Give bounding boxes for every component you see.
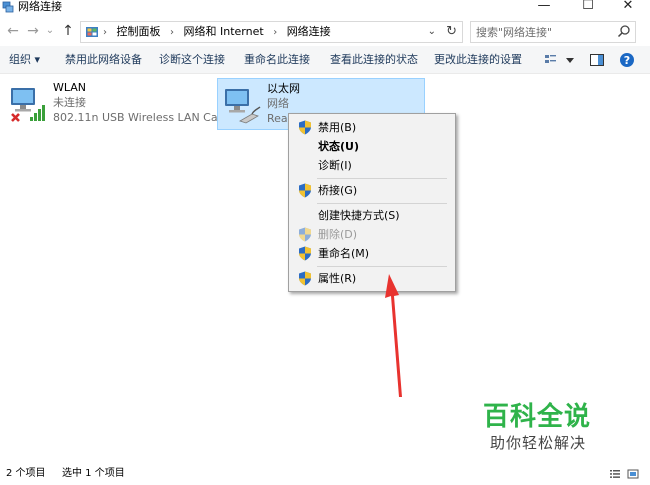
recent-locations-button[interactable]: ⌄	[41, 22, 59, 40]
change-settings-command[interactable]: 更改此连接的设置	[434, 46, 522, 74]
menu-item-diagnose[interactable]: 诊断(I)	[291, 156, 453, 175]
connection-status: 网络	[267, 97, 289, 110]
title-bar: 网络连接 — ☐ ✕	[0, 0, 650, 16]
breadcrumb-network-internet[interactable]: 网络和 Internet	[184, 25, 264, 38]
menu-item-disable[interactable]: 禁用(B)	[291, 118, 453, 137]
connection-name: 以太网	[267, 82, 300, 95]
help-icon[interactable]: ?	[619, 52, 635, 68]
menu-item-label: 属性(R)	[318, 272, 357, 285]
breadcrumb-separator: ›	[273, 27, 278, 38]
item-count: 2 个项目	[6, 468, 46, 479]
organize-menu[interactable]: 组织 ▾	[9, 46, 40, 74]
address-row: ← → ⌄ ↑ › 控制面板 › 网络和 Internet › 网络连接 ⌄ ↻	[0, 17, 650, 46]
ethernet-adapter-icon	[225, 89, 261, 124]
menu-item-label: 删除(D)	[318, 228, 358, 241]
window-title: 网络连接	[18, 0, 62, 13]
search-box[interactable]	[470, 21, 636, 43]
network-connections-icon	[2, 1, 14, 13]
forward-button[interactable]: →	[24, 22, 42, 40]
search-icon[interactable]	[617, 24, 631, 38]
status-bar: 2 个项目 选中 1 个项目	[0, 464, 650, 485]
menu-item-status[interactable]: 状态(U)	[291, 137, 453, 156]
menu-item-label: 重命名(M)	[318, 247, 370, 260]
menu-separator	[317, 266, 447, 267]
selected-count: 选中 1 个项目	[62, 468, 125, 479]
wlan-adapter-icon	[11, 88, 45, 122]
view-status-command[interactable]: 查看此连接的状态	[330, 46, 418, 74]
command-bar: 组织 ▾ 禁用此网络设备 诊断这个连接 重命名此连接 查看此连接的状态 更改此连…	[0, 46, 650, 74]
annotation-arrow-icon	[385, 274, 402, 397]
address-bar[interactable]: › 控制面板 › 网络和 Internet › 网络连接 ⌄ ↻	[80, 21, 463, 43]
breadcrumb-separator: ›	[170, 27, 174, 38]
close-button[interactable]: ✕	[608, 0, 648, 14]
refresh-button[interactable]: ↻	[446, 22, 457, 42]
minimize-button[interactable]: —	[524, 0, 564, 14]
menu-item-label: 诊断(I)	[318, 159, 352, 172]
svg-text:?: ?	[624, 54, 630, 67]
connection-item-wlan[interactable]: WLAN 未连接 802.11n USB Wireless LAN Card	[4, 78, 229, 130]
menu-item-label: 状态(U)	[318, 140, 359, 153]
menu-item-label: 桥接(G)	[318, 184, 358, 197]
connection-device: 802.11n USB Wireless LAN Card	[53, 111, 229, 124]
uac-shield-icon	[299, 120, 311, 135]
menu-separator	[317, 178, 447, 179]
diagnose-connection-command[interactable]: 诊断这个连接	[159, 46, 225, 74]
control-panel-icon	[86, 27, 98, 37]
menu-item-label: 创建快捷方式(S)	[318, 209, 400, 222]
uac-shield-icon	[299, 271, 311, 286]
uac-shield-icon	[299, 246, 311, 261]
breadcrumb: › 控制面板 › 网络和 Internet › 网络连接	[103, 22, 337, 42]
large-icons-view-icon[interactable]	[627, 468, 639, 480]
watermark-title: 百科全说	[483, 402, 592, 432]
menu-item-delete: 删除(D)	[291, 225, 453, 244]
search-input[interactable]	[476, 23, 611, 41]
back-button[interactable]: ←	[4, 22, 22, 40]
connection-status: 未连接	[53, 96, 86, 109]
breadcrumb-separator: ›	[103, 27, 107, 38]
disable-device-command[interactable]: 禁用此网络设备	[65, 46, 142, 74]
preview-pane-icon[interactable]	[589, 52, 605, 68]
breadcrumb-network-connections[interactable]: 网络连接	[287, 25, 331, 38]
details-view-icon[interactable]	[609, 468, 621, 480]
menu-item-rename[interactable]: 重命名(M)	[291, 244, 453, 263]
watermark-subtitle: 助你轻松解决	[490, 434, 587, 452]
menu-item-create-shortcut[interactable]: 创建快捷方式(S)	[291, 206, 453, 225]
network-connections-window: 网络连接 — ☐ ✕ ← → ⌄ ↑ › 控制面板 › 网络和 Internet…	[0, 0, 650, 485]
address-dropdown-button[interactable]: ⌄	[428, 22, 436, 42]
connection-name: WLAN	[53, 81, 87, 94]
menu-separator	[317, 203, 447, 204]
context-menu: 禁用(B) 状态(U) 诊断(I) 桥接(G) 创建快捷方式(S) 删除(D) …	[288, 113, 456, 292]
maximize-button[interactable]: ☐	[568, 0, 608, 14]
menu-item-label: 禁用(B)	[318, 121, 357, 134]
uac-shield-icon	[299, 183, 311, 198]
menu-item-properties[interactable]: 属性(R)	[291, 269, 453, 288]
breadcrumb-control-panel[interactable]: 控制面板	[117, 25, 161, 38]
change-view-icon[interactable]	[543, 52, 577, 68]
menu-item-bridge[interactable]: 桥接(G)	[291, 181, 453, 200]
uac-shield-icon	[299, 227, 311, 242]
up-button[interactable]: ↑	[59, 22, 77, 40]
rename-connection-command[interactable]: 重命名此连接	[244, 46, 310, 74]
